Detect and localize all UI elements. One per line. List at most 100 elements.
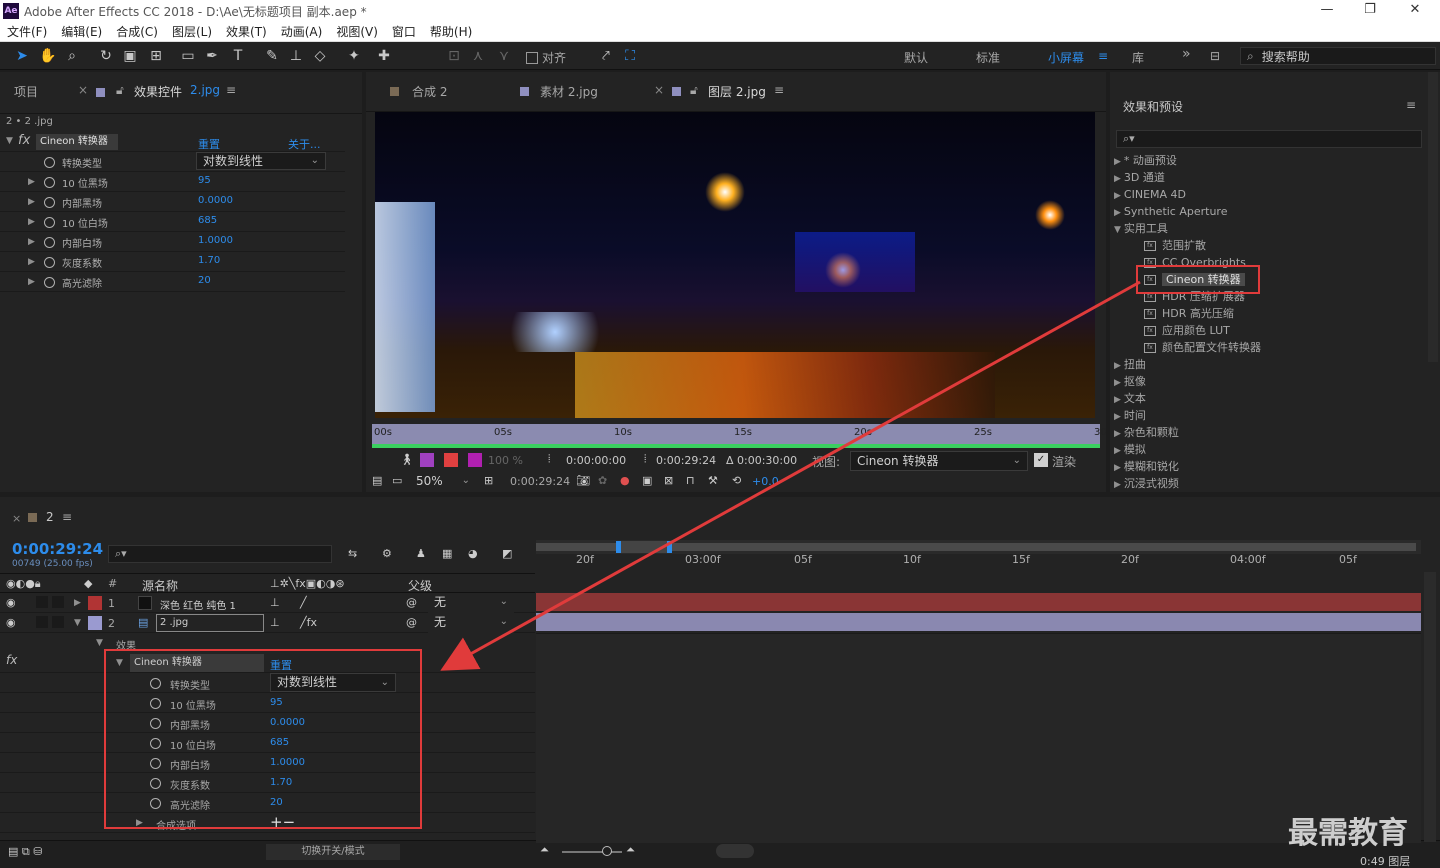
property-row[interactable]: ▶ 内部白场 1.0000	[0, 232, 345, 252]
roto-brush-tool-icon[interactable]: ✦	[344, 46, 364, 66]
about-link[interactable]: 关于...	[288, 136, 321, 152]
effect-category[interactable]: ▶ 时间	[1114, 407, 1146, 424]
close-tab-icon[interactable]: ×	[12, 512, 21, 525]
monitor-icon[interactable]: ▭	[392, 474, 402, 487]
eye-icon[interactable]: ◉	[6, 596, 16, 609]
close-tab-icon[interactable]: ×	[78, 83, 88, 97]
effect-category[interactable]: ▼ 实用工具	[1114, 220, 1168, 237]
frame-blending-icon[interactable]: ▦	[442, 547, 452, 560]
menu-edit[interactable]: 编辑(E)	[54, 22, 109, 42]
solo-switch[interactable]	[36, 596, 48, 608]
switches-column-icon[interactable]: ⊥✲╲fx▣◐◑⊛	[270, 577, 345, 590]
eraser-tool-icon[interactable]: ◇	[310, 46, 330, 66]
menu-composition[interactable]: 合成(C)	[109, 22, 165, 42]
draft-3d-icon[interactable]: ⚙	[382, 547, 392, 560]
collapse-triangle-icon[interactable]: ▼	[1114, 225, 1121, 235]
lock-switch[interactable]	[52, 616, 64, 628]
reset-link[interactable]: 重置	[198, 136, 220, 152]
stopwatch-icon[interactable]	[44, 275, 61, 288]
timeline-scrollbar[interactable]	[1424, 572, 1436, 842]
workspace-menu-icon[interactable]: ≡	[1098, 49, 1108, 63]
panel-menu-icon[interactable]: ≡	[62, 510, 72, 524]
effect-item[interactable]: fx 颜色配置文件转换器	[1144, 339, 1261, 356]
eye-icon[interactable]: ◉	[6, 616, 16, 629]
maximize-button[interactable]: ❐	[1355, 2, 1385, 17]
text-tool-icon[interactable]: T	[228, 46, 248, 66]
property-row[interactable]: 转换类型 对数到线性 ⌄	[0, 152, 345, 172]
close-button[interactable]: ✕	[1400, 2, 1430, 17]
stopwatch-icon[interactable]	[44, 175, 61, 188]
property-row[interactable]: ▶ 灰度系数 1.70	[0, 252, 345, 272]
expand-triangle-icon[interactable]: ▶	[28, 197, 35, 207]
tab-project[interactable]: 项目	[14, 83, 38, 100]
rectangle-tool-icon[interactable]: ▭	[178, 46, 198, 66]
expand-triangle-icon[interactable]: ▶	[1114, 429, 1121, 439]
expand-triangle-icon[interactable]: ▶	[1114, 412, 1121, 422]
tab-composition[interactable]: 合成 2	[412, 83, 447, 100]
effect-item[interactable]: fx HDR 高光压缩	[1144, 305, 1234, 322]
expand-triangle-icon[interactable]: ▶	[1114, 174, 1121, 184]
opacity-value[interactable]: 100 %	[488, 454, 523, 467]
panel-menu-icon[interactable]: ≡	[226, 83, 236, 97]
expand-triangle-icon[interactable]: ▶	[1114, 378, 1121, 388]
snap-feature-icon[interactable]: ⤤	[596, 46, 616, 66]
shy-switch-icon[interactable]: ⊥	[270, 616, 280, 629]
world-axis-icon[interactable]: ⋏	[468, 46, 488, 66]
stopwatch-icon[interactable]	[44, 255, 61, 268]
effect-category[interactable]: ▶ 模糊和锐化	[1114, 458, 1179, 475]
property-row[interactable]: ▶ 内部黑场 0.0000	[0, 192, 345, 212]
transparency-grid-icon[interactable]: ⊠	[664, 474, 673, 487]
layer-label-color[interactable]	[88, 596, 102, 610]
pickwhip-icon[interactable]: @	[406, 596, 417, 609]
source-name-column[interactable]: 源名称	[142, 577, 178, 594]
viewer-image[interactable]	[375, 112, 1095, 418]
brush-tool-icon[interactable]: ✎	[262, 46, 282, 66]
mask-icon[interactable]	[420, 453, 434, 467]
effect-item[interactable]: fx 范围扩散	[1144, 237, 1206, 254]
effect-name[interactable]: Cineon 转换器	[36, 134, 118, 150]
shy-switch-icon[interactable]: ⊥	[270, 596, 280, 609]
quality-switch-icon[interactable]: ╱	[300, 596, 307, 609]
show-snapshot-icon[interactable]: ✿	[598, 474, 607, 487]
graph-editor-icon[interactable]: ◩	[502, 547, 512, 560]
lock-switch[interactable]	[52, 596, 64, 608]
toggle-switches-modes-button[interactable]: 切换开关/模式	[266, 844, 400, 860]
snap-checkbox[interactable]	[526, 51, 538, 64]
layer-row[interactable]: ◉ ▼ 2 ▤ 2 .jpg ⊥ ╱fx @ 无 ⌄	[0, 613, 535, 633]
solo-switch[interactable]	[36, 616, 48, 628]
layer2-bar[interactable]	[536, 613, 1421, 631]
in-time[interactable]: 0:00:00:00	[566, 454, 626, 467]
expand-triangle-icon[interactable]: ▶	[28, 217, 35, 227]
expand-triangle-icon[interactable]: ▶	[1114, 463, 1121, 473]
walk-icon[interactable]: 🚶︎	[400, 453, 414, 466]
menu-view[interactable]: 视图(V)	[329, 22, 385, 42]
current-timecode[interactable]: 0:00:29:24	[12, 540, 103, 558]
expand-triangle-icon[interactable]: ▶	[74, 598, 81, 608]
timeline-search-input[interactable]: ⌕▾	[108, 545, 332, 563]
expand-triangle-icon[interactable]: ▶	[1114, 361, 1121, 371]
region-icon[interactable]: ▣	[642, 474, 652, 487]
stopwatch-icon[interactable]	[44, 215, 61, 228]
tab-comp-2[interactable]: 2	[46, 510, 54, 524]
minimize-button[interactable]: —	[1312, 2, 1342, 17]
local-axis-icon[interactable]: ⊡	[444, 46, 464, 66]
expand-triangle-icon[interactable]: ▶	[28, 257, 35, 267]
effect-category[interactable]: ▶ 文本	[1114, 390, 1146, 407]
effect-switch-icon[interactable]: ╱fx	[300, 616, 317, 629]
hide-shy-icon[interactable]: ♟	[416, 547, 426, 560]
clone-stamp-tool-icon[interactable]: ⊥	[286, 46, 306, 66]
property-value[interactable]: 1.0000	[198, 235, 233, 246]
property-value[interactable]: 1.70	[198, 255, 220, 266]
resolution-icon[interactable]: ⊞	[484, 474, 493, 487]
timeline-scroll-thumb[interactable]	[716, 844, 754, 858]
expand-triangle-icon[interactable]: ▶	[1114, 208, 1121, 218]
sync-settings-icon[interactable]: ⊟	[1210, 49, 1220, 63]
hand-tool-icon[interactable]: ✋	[38, 46, 58, 66]
workspace-overflow[interactable]: »	[1182, 46, 1191, 62]
work-area-range[interactable]	[616, 541, 672, 553]
lock-icon[interactable]: 🔓︎	[690, 83, 698, 98]
effect-category[interactable]: ▶ 模拟	[1114, 441, 1146, 458]
effects-search-input[interactable]: ⌕▾	[1116, 130, 1422, 148]
layer-label-color[interactable]	[88, 616, 102, 630]
expand-triangle-icon[interactable]: ▶	[1114, 157, 1121, 167]
